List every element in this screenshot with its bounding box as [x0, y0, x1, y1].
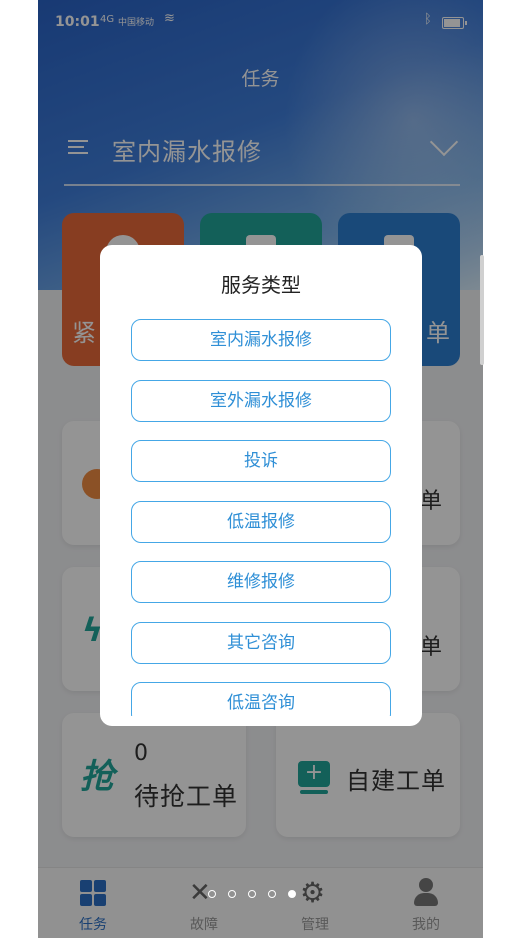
option-low-temp-inquiry[interactable]: 低温咨询	[131, 682, 391, 716]
page-dot	[228, 890, 236, 898]
option-outdoor-leak[interactable]: 室外漏水报修	[131, 380, 391, 422]
service-type-option-list[interactable]: 室内漏水报修 室外漏水报修 投诉 低温报修 维修报修 其它咨询 低温咨询	[100, 317, 422, 716]
page-dot	[268, 890, 276, 898]
option-indoor-leak[interactable]: 室内漏水报修	[131, 319, 391, 361]
page-dot-active	[288, 890, 296, 898]
page-dot	[208, 890, 216, 898]
service-type-dialog: 服务类型 室内漏水报修 室外漏水报修 投诉 低温报修 维修报修 其它咨询 低温咨…	[100, 245, 422, 726]
dialog-title: 服务类型	[221, 273, 301, 297]
scrollbar[interactable]	[480, 255, 484, 365]
page-indicator	[208, 883, 308, 902]
option-low-temp-repair[interactable]: 低温报修	[131, 501, 391, 543]
option-maintenance-repair[interactable]: 维修报修	[131, 561, 391, 603]
option-other-inquiry[interactable]: 其它咨询	[131, 622, 391, 664]
option-complaint[interactable]: 投诉	[131, 440, 391, 482]
page-dot	[248, 890, 256, 898]
